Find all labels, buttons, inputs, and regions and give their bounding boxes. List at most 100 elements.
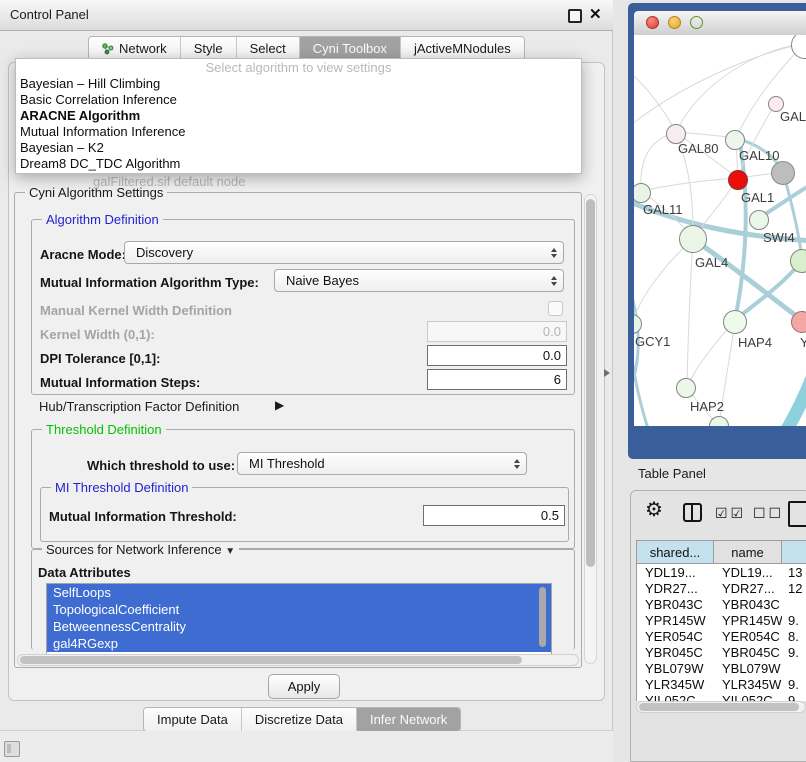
mi-steps-label: Mutual Information Steps: — [40, 375, 200, 390]
attribute-item-topologicalcoefficient[interactable]: TopologicalCoefficient — [47, 601, 551, 618]
table-row[interactable]: YER054CYER054C8. — [637, 628, 806, 644]
manual-kernel-checkbox[interactable] — [548, 301, 563, 316]
hub-section-label[interactable]: Hub/Transcription Factor Definition — [39, 399, 239, 414]
table-row[interactable]: YDL19...YDL19...13 — [637, 564, 806, 580]
table-row[interactable]: YLR345WYLR345W9. — [637, 676, 806, 692]
table-cell: YER054C — [637, 629, 714, 644]
column-header-extra[interactable] — [782, 540, 806, 564]
float-window-icon[interactable] — [568, 9, 582, 23]
tab-jactivemnodules[interactable]: jActiveMNodules — [401, 37, 524, 60]
settings-horizontal-scrollbar[interactable] — [20, 656, 522, 664]
tab-infer-network[interactable]: Infer Network — [357, 708, 460, 731]
algorithm-option-dream8-dc-tdc-algorithm[interactable]: Dream8 DC_TDC Algorithm — [16, 156, 581, 172]
stepper-icon — [551, 248, 557, 258]
background-combo-text: galFiltered.sif default node — [15, 174, 575, 189]
network-node[interactable] — [771, 161, 795, 185]
stepper-icon — [514, 459, 520, 469]
network-node-gal10[interactable] — [725, 130, 745, 150]
table-horizontal-scrollbar[interactable] — [639, 703, 799, 711]
table-cell: YBL079W — [714, 661, 782, 676]
table-row[interactable]: YBL079WYBL079W — [637, 660, 806, 676]
network-node-gal1[interactable] — [728, 170, 748, 190]
close-window-button[interactable] — [646, 16, 659, 29]
network-canvas[interactable]: GAL80GAL10GALGAL1GAL11SWI4GAL4GCY1HAP4YH… — [634, 35, 806, 426]
table-row[interactable]: YIL052CYIL052C9. — [637, 692, 806, 701]
minimized-panel-icon[interactable] — [4, 741, 20, 757]
table-cell: 8. — [782, 629, 806, 644]
table-cell: YDR27... — [714, 581, 782, 596]
apply-button[interactable]: Apply — [268, 674, 340, 699]
tab-select[interactable]: Select — [237, 37, 300, 60]
mi-threshold-field[interactable] — [423, 505, 565, 526]
network-node-hap2[interactable] — [676, 378, 696, 398]
new-table-icon[interactable] — [788, 501, 806, 527]
mi-threshold-legend: MI Threshold Definition — [51, 480, 192, 495]
network-node-gal4[interactable] — [679, 225, 707, 253]
stepper-icon — [551, 276, 557, 286]
zoom-window-button[interactable] — [690, 16, 703, 29]
column-header-name[interactable]: name — [714, 540, 782, 564]
algorithm-option-basic-correlation-inference[interactable]: Basic Correlation Inference — [16, 92, 581, 108]
tab-style[interactable]: Style — [181, 37, 237, 60]
mi-type-value: Naive Bayes — [286, 273, 359, 288]
table-cell: YLR345W — [637, 677, 714, 692]
tab-label: Infer Network — [370, 712, 447, 727]
tab-label: Discretize Data — [255, 712, 343, 727]
algorithm-option-bayesian-hill-climbing[interactable]: Bayesian – Hill Climbing — [16, 76, 581, 92]
column-header-shared[interactable]: shared... — [637, 540, 714, 564]
table-row[interactable]: YDR27...YDR27...12 — [637, 580, 806, 596]
select-all-checkboxes-icon[interactable]: ☑☑ — [715, 505, 746, 522]
table-cell: YDL19... — [637, 565, 714, 580]
mi-type-select[interactable]: Naive Bayes — [274, 269, 564, 292]
node-label: GAL — [780, 109, 806, 124]
mi-threshold-label: Mutual Information Threshold: — [49, 509, 237, 524]
tab-cyni-toolbox[interactable]: Cyni Toolbox — [300, 37, 401, 60]
minimize-window-button[interactable] — [668, 16, 681, 29]
attribute-item-gal4rgexp[interactable]: gal4RGexp — [47, 635, 551, 652]
cyni-bottom-tabbar: Impute Data Discretize Data Infer Network — [143, 707, 461, 732]
network-node-hap4[interactable] — [723, 310, 747, 334]
table-panel-title: Table Panel — [638, 466, 706, 481]
table-cell: YPR145W — [637, 613, 714, 628]
table-row[interactable]: YBR043CYBR043C — [637, 596, 806, 612]
network-node-swi4[interactable] — [749, 210, 769, 230]
dpi-tolerance-field[interactable] — [427, 345, 567, 366]
attribute-item-selfloops[interactable]: SelfLoops — [47, 584, 551, 601]
node-label: GAL1 — [741, 190, 774, 205]
algorithm-definition-groupbox: Algorithm Definition Aracne Mode: Discov… — [31, 219, 575, 395]
tab-discretize-data[interactable]: Discretize Data — [242, 708, 357, 731]
clear-checkboxes-icon[interactable]: ☐☐ — [753, 505, 784, 522]
sources-legend: Sources for Network Inference ▼ — [42, 542, 239, 557]
settings-vertical-scrollbar[interactable] — [586, 199, 595, 567]
control-panel-window: Control Panel ✕ NetworkStyleSelectCyni T… — [0, 0, 613, 731]
attribute-item-betweennesscentrality[interactable]: BetweennessCentrality — [47, 618, 551, 635]
expand-arrow-icon[interactable]: ▶ — [275, 398, 284, 412]
algorithm-option-mutual-information-inference[interactable]: Mutual Information Inference — [16, 124, 581, 140]
mi-threshold-groupbox: MI Threshold Definition Mutual Informati… — [40, 487, 569, 542]
tab-label: Impute Data — [157, 712, 228, 727]
attributes-scrollbar[interactable] — [539, 587, 546, 647]
tab-network[interactable]: Network — [89, 37, 181, 60]
panel-divider-arrow[interactable] — [604, 369, 610, 377]
mi-steps-field[interactable] — [427, 369, 567, 390]
algorithm-dropdown-placeholder: Select algorithm to view settings — [16, 59, 581, 76]
aracne-mode-select[interactable]: Discovery — [124, 241, 564, 264]
table-row[interactable]: YPR145WYPR145W9. — [637, 612, 806, 628]
close-icon[interactable]: ✕ — [589, 5, 602, 23]
settings-gear-icon[interactable]: ⚙ — [645, 497, 663, 522]
column-layout-icon[interactable] — [683, 503, 702, 522]
tab-impute-data[interactable]: Impute Data — [144, 708, 242, 731]
network-node-y[interactable] — [791, 311, 806, 333]
collapse-arrow-icon[interactable]: ▼ — [225, 546, 235, 557]
algorithm-option-bayesian-k2[interactable]: Bayesian – K2 — [16, 140, 581, 156]
table-row[interactable]: YBR045CYBR045C9. — [637, 644, 806, 660]
table-cell: YPR145W — [714, 613, 782, 628]
table-cell: YIL052C — [637, 693, 714, 702]
table-cell: YDL19... — [714, 565, 782, 580]
which-threshold-select[interactable]: MI Threshold — [237, 452, 527, 475]
node-label: Y — [800, 335, 806, 350]
table-header-row: shared...name — [637, 540, 806, 564]
which-threshold-value: MI Threshold — [249, 456, 325, 471]
table-cell: 9. — [782, 645, 806, 660]
algorithm-option-aracne-algorithm[interactable]: ARACNE Algorithm — [16, 108, 581, 124]
